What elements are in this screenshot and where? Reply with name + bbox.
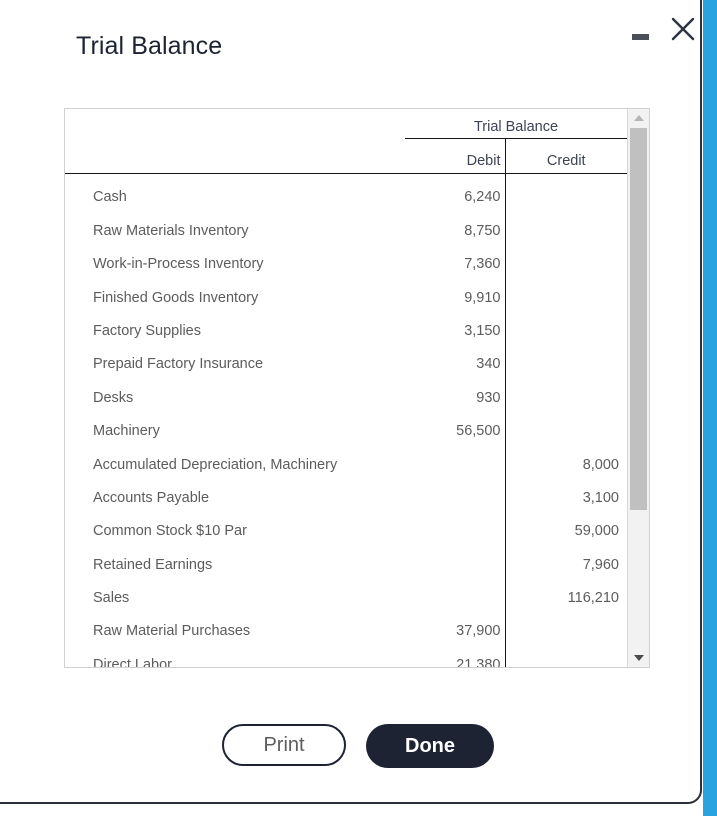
scrollbar-thumb[interactable] — [630, 128, 647, 510]
backdrop-blue-strip — [703, 0, 717, 816]
print-button[interactable]: Print — [222, 724, 346, 766]
table-row: Raw Materials Inventory 8,750 — [65, 207, 627, 241]
cell-account: Sales — [93, 590, 130, 607]
table-row: Accounts Payable 3,100 — [65, 474, 627, 508]
column-header-row: Debit Credit — [65, 138, 627, 174]
table-row: Retained Earnings 7,960 — [65, 541, 627, 575]
cell-debit — [405, 441, 505, 474]
cell-debit: 340 — [476, 356, 501, 373]
close-icon — [671, 17, 695, 41]
dialog-footer: Print Done — [0, 724, 700, 788]
super-header-spacer — [65, 109, 405, 139]
cell-credit — [504, 274, 627, 308]
cell-credit — [504, 307, 627, 341]
report-scroll-viewport[interactable]: Trial Balance Debit Credit Cash 6,240 Raw Mat… — [65, 109, 627, 667]
super-header-row: Trial Balance — [65, 109, 627, 139]
cell-account: Finished Goods Inventory — [93, 289, 259, 306]
table-row: Desks 930 — [65, 374, 627, 408]
triangle-up-icon — [633, 115, 644, 121]
cell-debit: 7,360 — [464, 256, 501, 273]
cell-account: Desks — [93, 389, 134, 406]
report-content: Trial Balance Debit Credit Cash 6,240 Raw Mat… — [65, 109, 627, 667]
table-row: Prepaid Factory Insurance 340 — [65, 340, 627, 375]
column-header-account — [65, 138, 405, 174]
table-row: Raw Material Purchases 37,900 — [65, 608, 627, 642]
cell-account: Cash — [93, 189, 127, 206]
cell-credit — [504, 240, 627, 275]
report-panel: Trial Balance Debit Credit Cash 6,240 Raw Mat… — [64, 108, 650, 668]
cell-debit — [405, 575, 505, 608]
cell-account: Retained Earnings — [93, 556, 213, 573]
cell-debit: 3,150 — [464, 322, 501, 339]
cell-debit: 37,900 — [456, 623, 501, 640]
cell-debit — [405, 475, 505, 508]
cell-debit — [405, 508, 505, 541]
done-button[interactable]: Done — [366, 724, 494, 768]
cell-credit — [504, 641, 627, 667]
cell-credit: 8,000 — [504, 441, 627, 475]
cell-account: Factory Supplies — [93, 322, 201, 339]
cell-debit: 930 — [476, 389, 501, 406]
report-super-header: Trial Balance — [405, 109, 627, 139]
trial-balance-dialog: Trial Balance Trial Balance Debit Credit Ca… — [0, 0, 702, 804]
cell-credit: 3,100 — [504, 474, 627, 508]
cell-debit: 8,750 — [464, 222, 501, 239]
trial-balance-table: Trial Balance Debit Credit Cash 6,240 Raw Mat… — [65, 109, 627, 667]
cell-debit: 21,380 — [456, 656, 501, 667]
cell-account: Raw Materials Inventory — [93, 222, 249, 239]
scroll-down-button[interactable] — [628, 649, 649, 667]
cell-account: Common Stock $10 Par — [93, 523, 247, 540]
cell-debit: 9,910 — [464, 289, 501, 306]
triangle-down-icon — [633, 655, 644, 661]
cell-account: Prepaid Factory Insurance — [93, 356, 264, 373]
table-row: Sales 116,210 — [65, 574, 627, 609]
table-row: Common Stock $10 Par 59,000 — [65, 507, 627, 542]
cell-account: Machinery — [93, 423, 160, 440]
table-row: Accumulated Depreciation, Machinery 8,000 — [65, 441, 627, 475]
cell-credit — [504, 340, 627, 375]
vertical-scrollbar[interactable] — [627, 109, 649, 667]
cell-account: Raw Material Purchases — [93, 623, 251, 640]
cell-debit: 6,240 — [464, 189, 501, 206]
cell-credit — [504, 207, 627, 241]
cell-account: Direct Labor — [93, 656, 172, 667]
cell-credit — [504, 374, 627, 408]
cell-credit: 7,960 — [504, 541, 627, 575]
scroll-up-button[interactable] — [628, 109, 649, 127]
cell-debit: 56,500 — [456, 423, 501, 440]
column-header-credit: Credit — [504, 138, 627, 174]
table-row: Factory Supplies 3,150 — [65, 307, 627, 341]
cell-debit — [405, 541, 505, 574]
cell-credit — [504, 407, 627, 442]
table-row: Direct Labor 21,380 — [65, 641, 627, 667]
cell-credit — [504, 608, 627, 642]
table-row: Cash 6,240 — [65, 173, 627, 208]
cell-account: Accounts Payable — [93, 489, 210, 506]
cell-credit: 116,210 — [504, 574, 627, 609]
table-row: Machinery 56,500 — [65, 407, 627, 442]
dialog-titlebar: Trial Balance — [0, 0, 700, 80]
table-row: Finished Goods Inventory 9,910 — [65, 274, 627, 308]
cell-account: Work-in-Process Inventory — [93, 256, 264, 273]
minimize-icon — [632, 33, 649, 40]
page-title: Trial Balance — [76, 32, 223, 60]
minimize-button[interactable] — [632, 21, 654, 43]
cell-credit — [504, 173, 627, 208]
cell-credit: 59,000 — [504, 507, 627, 542]
column-header-debit: Debit — [405, 138, 505, 174]
close-button[interactable] — [669, 15, 697, 43]
table-row: Work-in-Process Inventory 7,360 — [65, 240, 627, 275]
cell-account: Accumulated Depreciation, Machinery — [93, 456, 338, 473]
